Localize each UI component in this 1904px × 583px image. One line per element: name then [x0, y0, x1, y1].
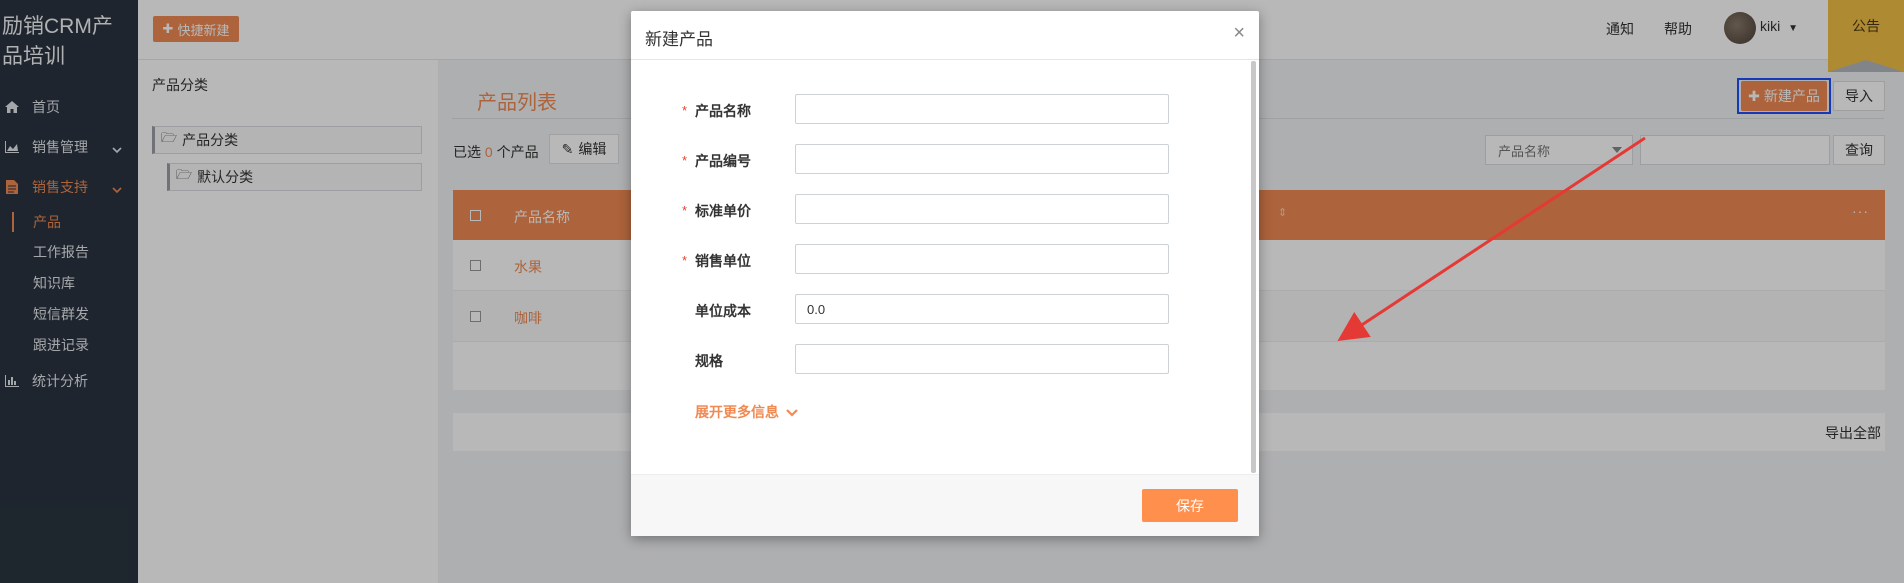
new-product-modal: 新建产品 × * 产品名称 * 产品编号 * 标准单价 * 销售单位 单位成本 … — [631, 11, 1259, 536]
form-row-sales-unit: * 销售单位 — [631, 244, 1251, 274]
close-icon[interactable]: × — [1233, 22, 1245, 45]
modal-title: 新建产品 — [645, 30, 713, 49]
save-button[interactable]: 保存 — [1142, 489, 1238, 522]
spec-input[interactable] — [795, 344, 1169, 374]
sales-unit-input[interactable] — [795, 244, 1169, 274]
modal-header: 新建产品 × — [631, 11, 1259, 60]
required-mark: * — [682, 203, 688, 218]
modal-scrollbar[interactable] — [1251, 61, 1256, 473]
required-mark: * — [682, 103, 688, 118]
unit-cost-input[interactable]: 0.0 — [795, 294, 1169, 324]
form-row-standard-price: * 标准单价 — [631, 194, 1251, 224]
field-label: 规格 — [695, 353, 723, 369]
product-name-input[interactable] — [795, 94, 1169, 124]
standard-price-input[interactable] — [795, 194, 1169, 224]
required-mark: * — [682, 153, 688, 168]
form-row-product-code: * 产品编号 — [631, 144, 1251, 174]
chevron-down-icon — [786, 409, 798, 417]
field-label: 销售单位 — [695, 253, 751, 269]
field-label: 单位成本 — [695, 303, 751, 319]
product-code-input[interactable] — [795, 144, 1169, 174]
field-label: 产品编号 — [695, 153, 751, 169]
field-label: 标准单价 — [695, 203, 751, 219]
form-row-unit-cost: 单位成本 0.0 — [631, 294, 1251, 324]
expand-more-label: 展开更多信息 — [695, 404, 779, 420]
required-mark: * — [682, 253, 688, 268]
field-label: 产品名称 — [695, 103, 751, 119]
form-row-spec: 规格 — [631, 344, 1251, 374]
expand-more-link[interactable]: 展开更多信息 — [695, 402, 798, 422]
form-row-product-name: * 产品名称 — [631, 94, 1251, 124]
